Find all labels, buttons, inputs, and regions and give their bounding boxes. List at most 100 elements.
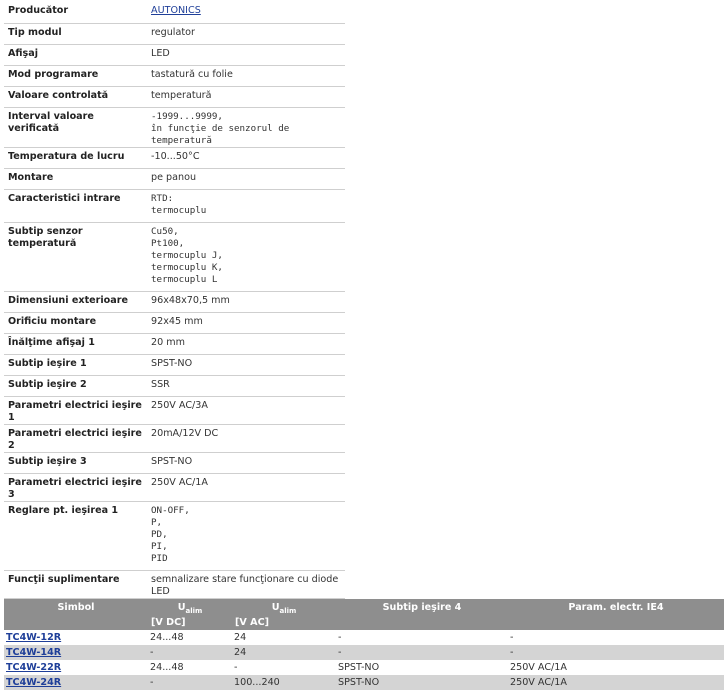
spec-value-line: termocuplu	[151, 204, 207, 216]
spec-value: 250V AC/3A	[147, 396, 345, 425]
spec-row: Parametri electrici ieşire 1 250V AC/3A	[4, 396, 345, 425]
spec-value: 20 mm	[147, 333, 345, 355]
spec-label: Valoare controlată	[4, 86, 147, 108]
spec-value-line: temperatură	[151, 89, 212, 101]
spec-value-line: tastatură cu folie	[151, 68, 233, 80]
variant-u-ac-cell: -	[234, 662, 238, 673]
spec-value-line: RTD:	[151, 192, 174, 204]
variant-subtype4-cell: -	[338, 632, 342, 643]
spec-label: Subtip ieşire 1	[4, 354, 147, 376]
spec-value-line: semnalizare stare funcţionare cu diode L…	[151, 573, 339, 597]
spec-value: semnalizare stare funcţionare cu diode L…	[147, 570, 345, 599]
manufacturer-link[interactable]: AUTONICS	[151, 5, 201, 16]
spec-value-line: Cu50,	[151, 225, 179, 237]
spec-row: Funcţii suplimentare semnalizare stare fu…	[4, 570, 345, 599]
header-u-ac-unit: [V AC]	[235, 616, 269, 628]
spec-label: Înălţime afişaj 1	[4, 333, 147, 355]
spec-row: Parametri electrici ieşire 2 20mA/12V DC	[4, 424, 345, 453]
variant-u-ac-cell: 100...240	[232, 675, 336, 690]
variant-u-dc-cell: -	[148, 645, 232, 660]
spec-value: Cu50, Pt100, termocuplu J, termocuplu K, ter…	[147, 222, 345, 292]
variant-symbol-link[interactable]: TC4W-14R	[6, 647, 61, 658]
variant-subtype4-cell: SPST-NO	[338, 662, 380, 673]
spec-value: pe panou	[147, 168, 345, 190]
spec-value-line: în funcţie de senzorul de temperatură	[151, 122, 290, 146]
variant-symbol-link[interactable]: TC4W-12R	[6, 632, 61, 643]
spec-value-line: SPST-NO	[151, 455, 193, 467]
spec-value: SPST-NO	[147, 354, 345, 376]
variant-symbol-cell: TC4W-12R	[4, 630, 148, 645]
spec-value-line: 92x45 mm	[151, 315, 203, 327]
spec-value: 250V AC/1A	[147, 473, 345, 502]
spec-label: Mod programare	[4, 65, 147, 87]
spec-row: Mod programare tastatură cu folie	[4, 65, 345, 87]
spec-label: Caracteristici intrare	[4, 189, 147, 223]
spec-row: Dimensiuni exterioare 96x48x70,5 mm	[4, 291, 345, 313]
spec-label: Temperatura de lucru	[4, 147, 147, 169]
spec-row: Subtip ieşire 2 SSR	[4, 375, 345, 397]
spec-value-line: 250V AC/3A	[151, 399, 208, 411]
spec-value: regulator	[147, 23, 345, 45]
spec-value-line: termocuplu K,	[151, 261, 223, 273]
spec-label: Reglare pt. ieşirea 1	[4, 501, 147, 571]
variant-u-ac-cell: 24	[234, 632, 247, 643]
spec-row: Reglare pt. ieşirea 1 ON-OFF, P, PD, PI, PID	[4, 501, 345, 571]
spec-label: Producător	[4, 2, 147, 24]
variant-param4-cell: -	[510, 632, 514, 643]
spec-row: Interval valoare verificată -1999...9999,…	[4, 107, 345, 148]
spec-label: Interval valoare verificată	[4, 107, 147, 148]
header-u-dc-sub: alim	[185, 606, 203, 615]
variant-symbol-link[interactable]: TC4W-22R	[6, 662, 61, 673]
spec-row: Producător AUTONICS	[4, 2, 345, 24]
header-u-dc-unit: [V DC]	[151, 616, 186, 628]
variant-row: TC4W-12R 24...48 24 - -	[4, 630, 724, 645]
header-symbol: Simbol	[4, 599, 148, 630]
spec-row: Subtip ieşire 3 SPST-NO	[4, 452, 345, 474]
spec-value: 96x48x70,5 mm	[147, 291, 345, 313]
spec-row: Înălţime afişaj 1 20 mm	[4, 333, 345, 355]
spec-value-line: -1999...9999,	[151, 110, 223, 122]
spec-value-line: 96x48x70,5 mm	[151, 294, 230, 306]
spec-row: Subtip senzor temperatură Cu50, Pt100, term…	[4, 222, 345, 292]
variant-symbol-link[interactable]: TC4W-24R	[6, 677, 61, 688]
spec-value-line: 20 mm	[151, 336, 185, 348]
spec-label: Montare	[4, 168, 147, 190]
variant-row: TC4W-22R 24...48 - SPST-NO 250V AC/1A	[4, 660, 724, 675]
spec-value-line: PID	[151, 552, 168, 564]
spec-value-line: 250V AC/1A	[151, 476, 208, 488]
spec-label: Subtip ieşire 3	[4, 452, 147, 474]
header-u-dc: Ualim [V DC]	[148, 599, 232, 630]
spec-row: Orificiu montare 92x45 mm	[4, 312, 345, 334]
spec-value-line: P,	[151, 516, 163, 528]
spec-row: Temperatura de lucru -10...50°C	[4, 147, 345, 169]
spec-label: Parametri electrici ieşire 2	[4, 424, 147, 453]
variant-subtype4-cell: SPST-NO	[336, 675, 508, 690]
spec-label: Parametri electrici ieşire 3	[4, 473, 147, 502]
spec-value-line: SSR	[151, 378, 170, 390]
spec-value-line: PI,	[151, 540, 168, 552]
spec-value-line: regulator	[151, 26, 195, 38]
variant-u-dc-cell: 24...48	[150, 662, 184, 673]
spec-label: Dimensiuni exterioare	[4, 291, 147, 313]
spec-value: RTD: termocuplu	[147, 189, 345, 223]
spec-label: Subtip senzor temperatură	[4, 222, 147, 292]
spec-value-line: ON-OFF,	[151, 504, 190, 516]
spec-value: 92x45 mm	[147, 312, 345, 334]
spec-row: Tip modul regulator	[4, 23, 345, 45]
spec-row: Valoare controlată temperatură	[4, 86, 345, 108]
variant-row: TC4W-14R -24- -	[4, 645, 724, 660]
variant-param4-cell: 250V AC/1A	[510, 662, 567, 673]
spec-label: Subtip ieşire 2	[4, 375, 147, 397]
spec-value-line: pe panou	[151, 171, 197, 183]
spec-value: LED	[147, 44, 345, 66]
variant-symbol-cell: TC4W-14R	[4, 645, 148, 660]
variant-symbol-cell: TC4W-22R	[4, 660, 148, 675]
spec-row: Montare pe panou	[4, 168, 345, 190]
spec-row: Parametri electrici ieşire 3 250V AC/1A	[4, 473, 345, 502]
header-u-ac-sub: alim	[279, 606, 297, 615]
spec-value-line: Pt100,	[151, 237, 185, 249]
variant-u-ac-cell: 24	[232, 645, 336, 660]
variant-symbol-cell: TC4W-24R	[4, 675, 148, 690]
spec-value: tastatură cu folie	[147, 65, 345, 87]
spec-value: SPST-NO	[147, 452, 345, 474]
